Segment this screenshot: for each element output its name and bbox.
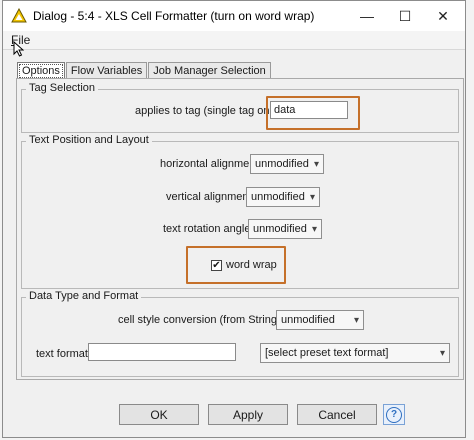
cancel-button[interactable]: Cancel <box>297 404 377 425</box>
select-value: unmodified <box>281 314 335 326</box>
text-rotation-label: text rotation angle <box>163 223 251 235</box>
text-format-label: text format <box>36 348 88 360</box>
knime-node-icon <box>11 7 27 24</box>
minimize-icon: — <box>360 8 374 24</box>
word-wrap-label: word wrap <box>226 259 277 271</box>
window-title: Dialog - 5:4 - XLS Cell Formatter (turn … <box>33 9 315 23</box>
data-type-group: Data Type and Format cell style conversi… <box>21 290 459 377</box>
select-value: [select preset text format] <box>265 347 389 359</box>
chevron-down-icon: ▾ <box>439 347 445 359</box>
chevron-down-icon: ▾ <box>311 223 317 235</box>
title-bar: Dialog - 5:4 - XLS Cell Formatter (turn … <box>3 1 465 31</box>
select-value: unmodified <box>255 158 309 170</box>
help-icon: ? <box>386 406 402 423</box>
horizontal-alignment-select[interactable]: unmodified ▾ <box>250 154 324 174</box>
close-icon: ✕ <box>437 7 449 24</box>
tab-flow-variables[interactable]: Flow Variables <box>65 62 148 79</box>
close-button[interactable]: ✕ <box>425 5 461 27</box>
text-format-input[interactable] <box>88 343 236 361</box>
group-title: Text Position and Layout <box>26 134 152 146</box>
options-panel: Tag Selection applies to tag (single tag… <box>16 78 464 380</box>
preset-format-select[interactable]: [select preset text format] ▾ <box>260 343 450 363</box>
mouse-pointer-icon <box>13 40 25 60</box>
minimize-button[interactable]: — <box>349 5 385 27</box>
vertical-alignment-select[interactable]: unmodified ▾ <box>246 187 320 207</box>
chevron-down-icon: ▾ <box>309 191 315 203</box>
ok-button[interactable]: OK <box>119 404 199 425</box>
horizontal-alignment-label: horizontal alignment <box>160 158 259 170</box>
maximize-icon: ☐ <box>398 7 412 24</box>
dialog-window: Dialog - 5:4 - XLS Cell Formatter (turn … <box>2 0 466 438</box>
text-rotation-select[interactable]: unmodified ▾ <box>248 219 322 239</box>
chevron-down-icon: ▾ <box>313 158 319 170</box>
menu-bar: File <box>3 31 465 50</box>
chevron-down-icon: ▾ <box>353 314 359 326</box>
conversion-label: cell style conversion (from String to) <box>118 314 293 326</box>
vertical-alignment-label: vertical alignment <box>166 191 252 203</box>
tag-input[interactable]: data <box>270 101 348 119</box>
maximize-button[interactable]: ☐ <box>387 5 423 27</box>
tab-bar: Options Flow Variables Job Manager Selec… <box>17 62 272 80</box>
apply-button[interactable]: Apply <box>208 404 288 425</box>
text-position-group: Text Position and Layout horizontal alig… <box>21 134 459 289</box>
group-title: Data Type and Format <box>26 290 142 302</box>
tab-job-manager-selection[interactable]: Job Manager Selection <box>148 62 271 79</box>
checkbox-checked-icon[interactable]: ✔ <box>211 259 222 271</box>
group-title: Tag Selection <box>26 82 99 94</box>
select-value: unmodified <box>253 223 307 235</box>
tag-selection-group: Tag Selection applies to tag (single tag… <box>21 82 459 133</box>
help-button[interactable]: ? <box>383 404 405 425</box>
applies-to-tag-label: applies to tag (single tag only) <box>135 105 282 117</box>
select-value: unmodified <box>251 191 305 203</box>
word-wrap-checkbox[interactable]: ✔ word wrap <box>211 259 277 271</box>
conversion-select[interactable]: unmodified ▾ <box>276 310 364 330</box>
